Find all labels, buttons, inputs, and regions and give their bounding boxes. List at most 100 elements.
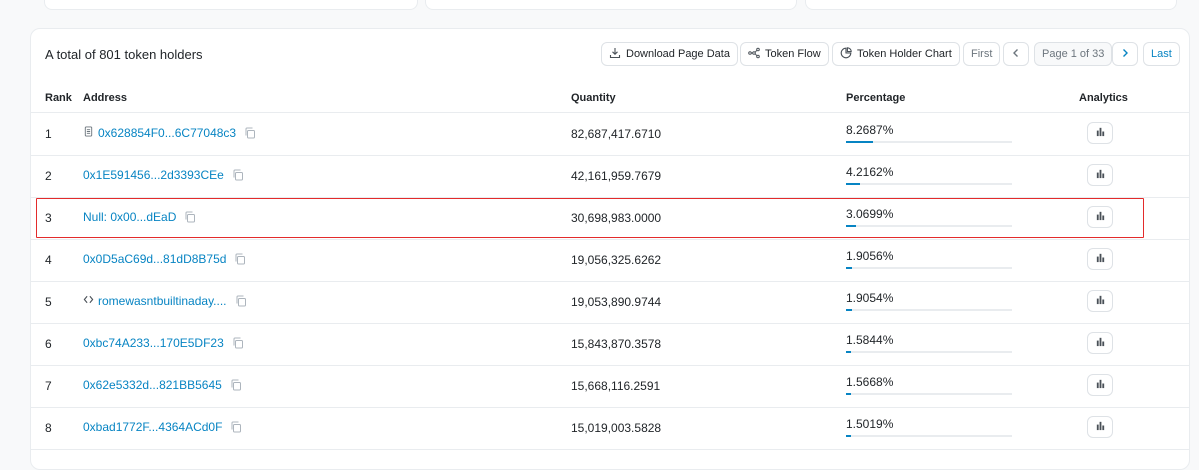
download-page-data-button[interactable]: Download Page Data	[601, 42, 738, 66]
copy-icon[interactable]	[232, 169, 244, 181]
analytics-button[interactable]	[1087, 206, 1113, 228]
quantity-cell: 19,056,325.6262	[571, 253, 662, 267]
percentage-bar	[846, 141, 1012, 143]
bar-chart-icon	[1095, 168, 1106, 182]
chevron-right-icon	[1119, 47, 1131, 62]
bar-chart-icon	[1095, 252, 1106, 266]
percentage-cell: 1.9054%	[846, 291, 1013, 311]
percentage-cell: 1.5019%	[846, 417, 1013, 437]
rank-cell: 2	[45, 169, 52, 183]
summary-card	[425, 0, 797, 10]
percentage-bar	[846, 225, 1012, 227]
quantity-cell: 19,053,890.9744	[571, 295, 662, 309]
address-cell: 0xbc74A233...170E5DF23	[83, 336, 244, 350]
address-cell: 0xbad1772F...4364ACd0F	[83, 420, 242, 434]
percentage-bar	[846, 435, 1012, 437]
first-page-button[interactable]: First	[963, 42, 1001, 66]
address-link[interactable]: 0x628854F0...6C77048c3	[98, 126, 236, 140]
bar-chart-icon	[1095, 210, 1106, 224]
copy-icon[interactable]	[244, 127, 256, 139]
address-link[interactable]: romewasntbuiltinaday....	[98, 294, 227, 308]
address-link[interactable]: 0xbc74A233...170E5DF23	[83, 336, 224, 350]
analytics-button[interactable]	[1087, 416, 1113, 438]
analytics-button[interactable]	[1087, 290, 1113, 312]
percentage-text: 1.9056%	[846, 249, 894, 263]
address-cell: 0x62e5332d...821BB5645	[83, 378, 242, 392]
address-cell: 0x1E591456...2d3393CEe	[83, 168, 244, 182]
token-holder-chart-button[interactable]: Token Holder Chart	[832, 42, 960, 66]
column-analytics: Analytics	[1079, 92, 1128, 104]
copy-icon[interactable]	[184, 211, 196, 223]
percentage-bar-fill	[846, 183, 860, 185]
previous-page-button[interactable]	[1003, 42, 1029, 66]
copy-icon[interactable]	[234, 253, 246, 265]
analytics-button[interactable]	[1087, 332, 1113, 354]
holders-card: A total of 801 token holders Download Pa…	[30, 28, 1190, 470]
address-link[interactable]: 0x62e5332d...821BB5645	[83, 378, 222, 392]
percentage-bar	[846, 267, 1012, 269]
analytics-button[interactable]	[1087, 122, 1113, 144]
download-icon	[609, 47, 621, 62]
quantity-cell: 30,698,983.0000	[571, 211, 662, 225]
chevron-left-icon	[1010, 47, 1022, 62]
address-link[interactable]: Null: 0x00...dEaD	[83, 210, 176, 224]
percentage-bar-fill	[846, 309, 853, 311]
quantity-cell: 82,687,417.6710	[571, 127, 662, 141]
table-header: Rank Address Quantity Percentage Analyti…	[31, 83, 1189, 113]
bar-chart-icon	[1095, 336, 1106, 350]
table-row: 3 Null: 0x00...dEaD 30,698,983.0000 3.0699%	[31, 197, 1189, 240]
table-row: 1 0x628854F0...6C77048c3 82,687,417.6710 8.…	[31, 113, 1189, 156]
address-link[interactable]: 0xbad1772F...4364ACd0F	[83, 420, 222, 434]
copy-icon[interactable]	[235, 295, 247, 307]
column-rank: Rank	[45, 92, 72, 104]
bar-chart-icon	[1095, 420, 1106, 434]
table-row: 5 romewasntbuiltinaday.... 19,053,890.9744…	[31, 281, 1189, 324]
summary-card	[44, 0, 418, 10]
last-page-button[interactable]: Last	[1143, 42, 1180, 66]
percentage-bar	[846, 393, 1012, 395]
pie-chart-icon	[840, 46, 852, 62]
rank-cell: 1	[45, 127, 52, 141]
percentage-bar-fill	[846, 435, 851, 437]
percentage-cell: 1.9056%	[846, 249, 1013, 269]
percentage-bar	[846, 183, 1012, 185]
percentage-bar-fill	[846, 225, 857, 227]
quantity-cell: 42,161,959.7679	[571, 169, 662, 183]
analytics-button[interactable]	[1087, 374, 1113, 396]
percentage-bar	[846, 309, 1012, 311]
table-row: 8 0xbad1772F...4364ACd0F 15,019,003.5828 1.…	[31, 407, 1189, 450]
bar-chart-icon	[1095, 378, 1106, 392]
percentage-bar-fill	[846, 351, 852, 353]
copy-icon[interactable]	[230, 421, 242, 433]
quantity-cell: 15,843,870.3578	[571, 337, 662, 351]
address-link[interactable]: 0x1E591456...2d3393CEe	[83, 168, 224, 182]
percentage-text: 1.5668%	[846, 375, 894, 389]
percentage-text: 1.9054%	[846, 291, 894, 305]
percentage-bar	[846, 351, 1012, 353]
next-page-button[interactable]	[1112, 42, 1138, 66]
column-percentage: Percentage	[846, 92, 906, 104]
address-cell: 0x628854F0...6C77048c3	[83, 126, 256, 140]
percentage-text: 1.5019%	[846, 417, 894, 431]
table-row: 2 0x1E591456...2d3393CEe 42,161,959.7679 4.…	[31, 155, 1189, 198]
rank-cell: 7	[45, 379, 52, 393]
total-holders-text: A total of 801 token holders	[45, 47, 203, 62]
percentage-cell: 3.0699%	[846, 207, 1013, 227]
percentage-text: 8.2687%	[846, 123, 894, 137]
analytics-button[interactable]	[1087, 164, 1113, 186]
summary-card	[805, 0, 1177, 10]
rank-cell: 4	[45, 253, 52, 267]
address-link[interactable]: 0x0D5aC69d...81dD8B75d	[83, 252, 226, 266]
code-icon	[83, 294, 94, 308]
table-row: 6 0xbc74A233...170E5DF23 15,843,870.3578 1.…	[31, 323, 1189, 366]
percentage-text: 4.2162%	[846, 165, 894, 179]
copy-icon[interactable]	[232, 337, 244, 349]
percentage-cell: 4.2162%	[846, 165, 1013, 185]
analytics-button[interactable]	[1087, 248, 1113, 270]
document-icon	[83, 126, 94, 140]
percentage-text: 3.0699%	[846, 207, 894, 221]
token-flow-button[interactable]: Token Flow	[740, 42, 829, 66]
copy-icon[interactable]	[230, 379, 242, 391]
table-row: 4 0x0D5aC69d...81dD8B75d 19,056,325.6262 1.…	[31, 239, 1189, 282]
percentage-cell: 1.5668%	[846, 375, 1013, 395]
